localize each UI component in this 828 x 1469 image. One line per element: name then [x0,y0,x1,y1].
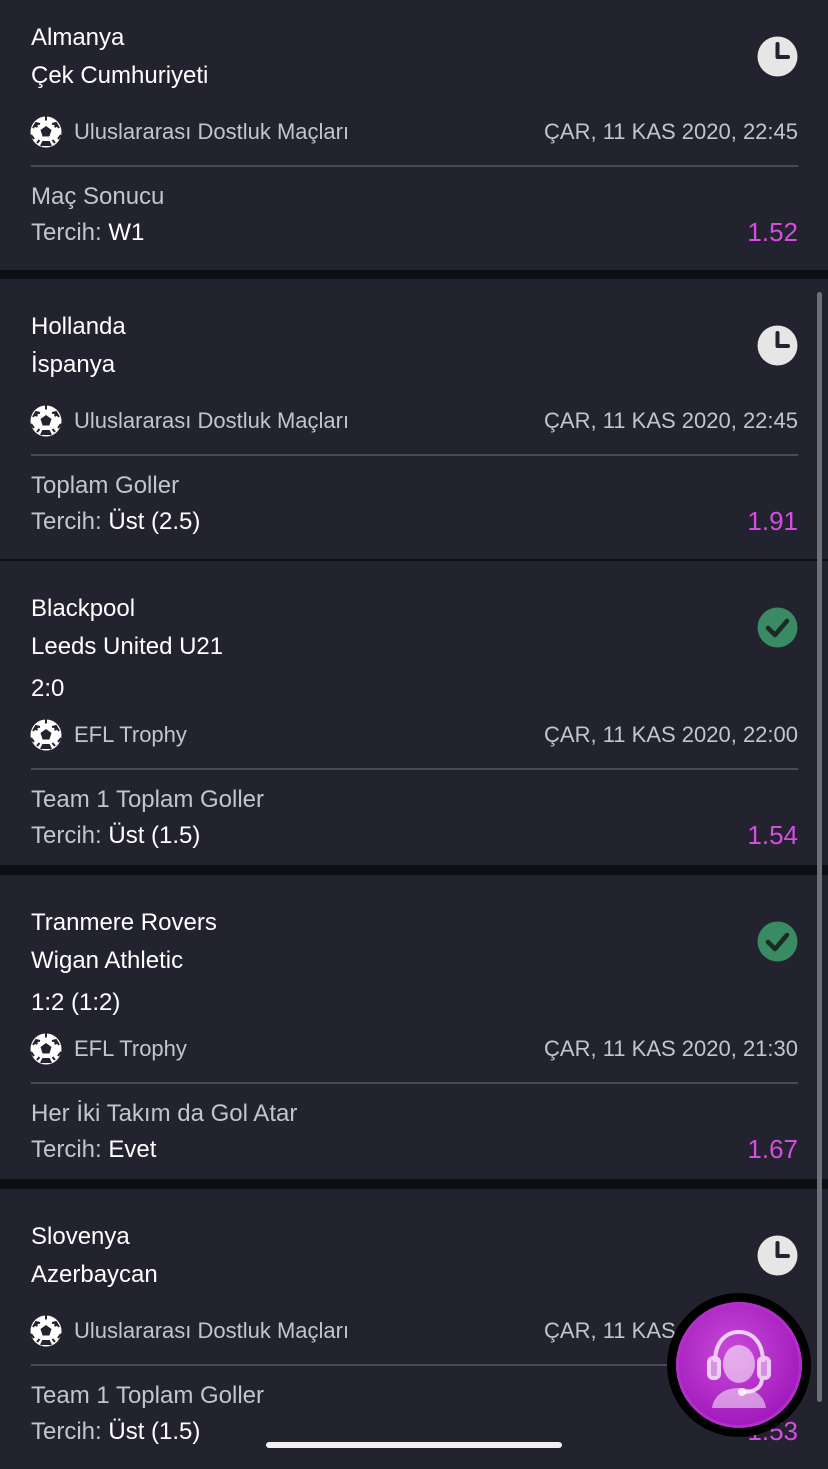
league-name: EFL Trophy [74,722,187,747]
odds-value: 1.91 [747,506,798,536]
football-icon [30,116,62,148]
match-datetime: ÇAR, 11 KAS 2020, 22:45 [544,119,798,144]
match-datetime: ÇAR, 11 KAS 2020, 22:45 [544,408,798,433]
bet-card[interactable]: Almanya Çek Cumhuriyeti Uluslararası Dostl… [0,0,828,270]
pick-value: Evet [108,1136,157,1163]
support-chat-button-inner[interactable] [676,1302,802,1428]
market-name: Team 1 Toplam Goller [31,1382,264,1409]
bet-card[interactable]: Tranmere Rovers Wigan Athletic 1:2 (1:2) EF… [0,875,828,1179]
market-name: Toplam Goller [31,472,180,499]
pick: Tercih: Üst (2.5) [31,508,200,536]
divider [31,165,798,167]
team-1-name: Almanya [31,24,125,51]
match-score: 1:2 (1:2) [31,989,121,1016]
odds-value: 1.54 [747,820,798,850]
match-score: 2:0 [31,675,65,702]
league-name: Uluslararası Dostluk Maçları [74,408,350,433]
market-name: Team 1 Toplam Goller [31,786,264,813]
team-2-name: Çek Cumhuriyeti [31,62,209,89]
market-name: Her İki Takım da Gol Atar [31,1100,298,1127]
match-datetime: ÇAR, 11 KAS 2020, 22:00 [544,722,798,747]
divider [31,454,798,456]
home-indicator[interactable] [266,1442,562,1448]
team-2-name: Azerbaycan [31,1261,158,1288]
pick-label: Tercih: [31,822,102,849]
pick-value: Üst (1.5) [108,822,201,849]
team-2-name: Leeds United U21 [31,633,224,660]
pick-value: Üst (2.5) [108,508,201,535]
team-1-name: Hollanda [31,313,126,340]
pick-label: Tercih: [31,1136,102,1163]
market-name: Maç Sonucu [31,183,165,210]
football-icon [30,405,62,437]
pick: Tercih: Üst (1.5) [31,822,200,850]
pick: Tercih: Evet [31,1136,156,1164]
divider [31,1082,798,1084]
support-agent-icon [707,1329,771,1408]
pick-value: W1 [108,219,145,246]
check-icon [757,921,798,962]
football-icon [30,719,62,751]
divider [31,768,798,770]
check-icon [757,607,798,648]
pick-label: Tercih: [31,219,102,246]
bet-card[interactable]: Hollanda İspanya Uluslararası Dostluk Maçl… [0,279,828,559]
football-icon [30,1033,62,1065]
team-2-name: İspanya [31,351,116,378]
team-1-name: Tranmere Rovers [31,909,217,936]
pick: Tercih: W1 [31,219,144,247]
clock-icon [757,1235,798,1276]
clock-icon [757,36,798,77]
scrollbar[interactable] [817,292,822,1402]
team-2-name: Wigan Athletic [31,947,184,974]
match-datetime: ÇAR, 11 KAS 2020, 21:30 [544,1036,798,1061]
clock-icon [757,325,798,366]
team-1-name: Blackpool [31,595,136,622]
football-icon [30,1315,62,1347]
pick-value: Üst (1.5) [108,1418,201,1445]
pick-label: Tercih: [31,508,102,535]
support-chat-button[interactable] [667,1293,811,1437]
odds-value: 1.67 [747,1134,798,1164]
league-name: EFL Trophy [74,1036,187,1061]
league-name: Uluslararası Dostluk Maçları [74,119,350,144]
pick: Tercih: Üst (1.5) [31,1418,200,1446]
league-name: Uluslararası Dostluk Maçları [74,1318,350,1343]
pick-label: Tercih: [31,1418,102,1445]
team-1-name: Slovenya [31,1223,130,1250]
odds-value: 1.52 [747,217,798,247]
bet-card[interactable]: Blackpool Leeds United U21 2:0 EFL Trophy ÇA… [0,561,828,865]
